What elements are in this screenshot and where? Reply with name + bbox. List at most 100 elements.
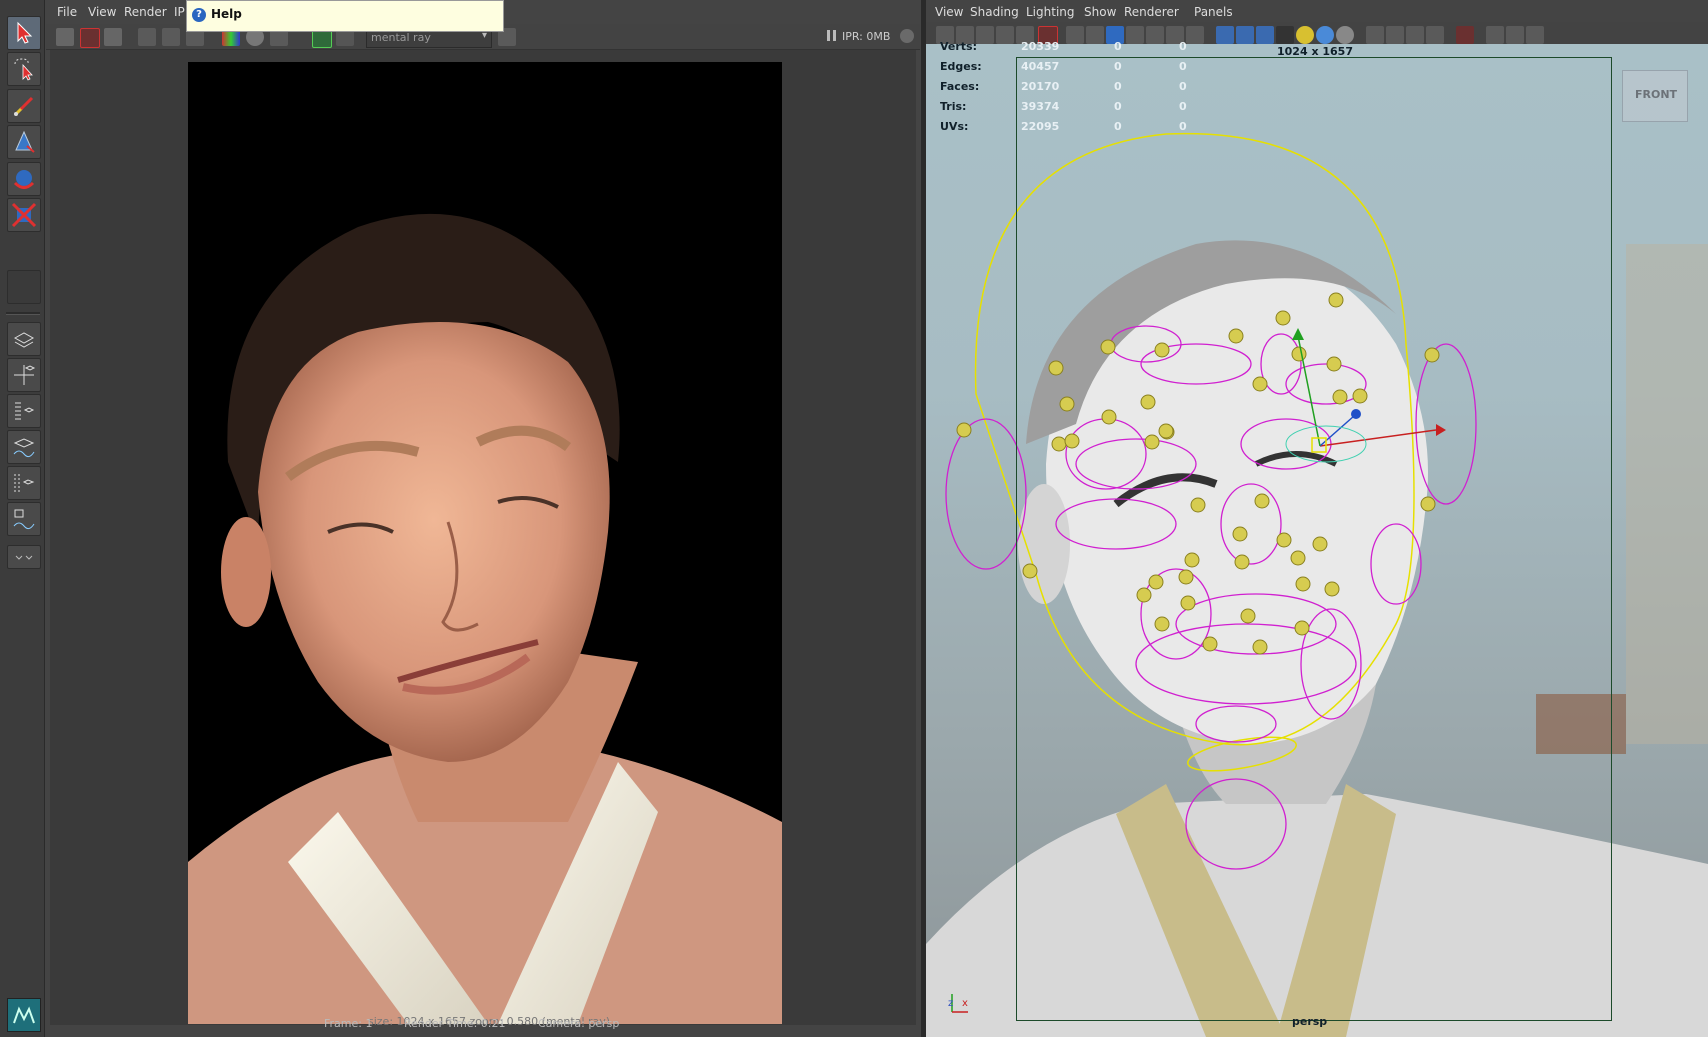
cone-move-icon — [15, 130, 35, 153]
ipr-render-icon[interactable] — [80, 28, 100, 48]
hud-edges-value: 40457 — [1021, 60, 1060, 73]
hud-uvs-a: 0 — [1114, 120, 1122, 133]
paint-select-tool-button[interactable] — [7, 89, 41, 123]
render-time-status: Render Time: 0:21 — [404, 1017, 506, 1030]
hud-tris-b: 0 — [1179, 100, 1187, 113]
layout-texture-editor-button[interactable] — [7, 502, 41, 536]
chevron-down-icon — [15, 555, 33, 560]
view-cube-label: FRONT — [1635, 88, 1678, 101]
viewport-menubar: View Shading Lighting Show Renderer Pane… — [926, 0, 1708, 22]
vp-menu-show[interactable]: Show — [1084, 5, 1116, 19]
maya-logo-icon[interactable] — [7, 998, 41, 1032]
xray-joints-icon[interactable] — [1406, 26, 1424, 44]
move-tool-button[interactable] — [7, 125, 41, 159]
view-cube[interactable]: FRONT — [1622, 70, 1688, 122]
gate-mask-icon[interactable] — [1126, 26, 1144, 44]
layout-toggle-icon[interactable] — [1486, 26, 1504, 44]
menu-ipr[interactable]: IP — [174, 5, 185, 19]
layout-single-pane-button[interactable] — [7, 322, 41, 356]
perspective-viewport[interactable] — [926, 44, 1708, 1037]
rendered-portrait-image — [188, 62, 782, 1024]
custom-layout-dropdown[interactable] — [7, 545, 41, 569]
render-frame-status: Frame: 1 — [324, 1017, 373, 1030]
axis-z-label: z — [948, 998, 954, 1009]
screen-space-ao-icon[interactable] — [1336, 26, 1354, 44]
share-icon[interactable] — [1526, 26, 1544, 44]
vp-menu-renderer[interactable]: Renderer — [1124, 5, 1179, 19]
safe-title-icon[interactable] — [1186, 26, 1204, 44]
smooth-shade-icon[interactable] — [1236, 26, 1254, 44]
texture-editor-layout-icon — [13, 509, 35, 530]
lasso-icon — [14, 58, 33, 81]
render-region-icon[interactable] — [138, 28, 156, 46]
hypershade-layout-icon — [14, 474, 35, 492]
lasso-tool-button[interactable] — [7, 52, 41, 86]
last-used-tool-button[interactable] — [7, 270, 41, 304]
resolution-label: 1024 x 1657 — [1277, 45, 1353, 58]
redo-render-icon[interactable] — [56, 28, 74, 46]
hud-edges-label: Edges: — [940, 60, 982, 73]
rendered-image — [188, 62, 782, 1024]
single-pane-layout-icon — [13, 332, 35, 348]
hud-verts-b: 0 — [1179, 40, 1187, 53]
axis-x-label: x — [962, 998, 968, 1009]
isolate-select-icon[interactable] — [1366, 26, 1384, 44]
hud-faces-value: 20170 — [1021, 80, 1060, 93]
image-plane-icon[interactable] — [996, 26, 1014, 44]
toolbox-separator — [6, 312, 40, 315]
hud-tris-a: 0 — [1114, 100, 1122, 113]
scale-tool-button[interactable] — [7, 198, 41, 232]
hud-tris-label: Tris: — [940, 100, 967, 113]
layout-four-pane-button[interactable] — [7, 358, 41, 392]
film-gate-icon[interactable] — [1086, 26, 1104, 44]
wireframe-on-shaded-icon[interactable] — [1256, 26, 1274, 44]
grid-icon[interactable] — [1066, 26, 1084, 44]
select-tool-button[interactable] — [7, 16, 41, 50]
textured-icon[interactable] — [1276, 26, 1294, 44]
vp-menu-panels[interactable]: Panels — [1194, 5, 1233, 19]
refresh-icon[interactable] — [162, 28, 180, 46]
pause-icon[interactable] — [826, 29, 838, 43]
hud-uvs-value: 22095 — [1021, 120, 1060, 133]
two-pane-icon[interactable] — [1506, 26, 1524, 44]
hud-verts-value: 20339 — [1021, 40, 1060, 53]
snapshot-icon[interactable] — [104, 28, 122, 46]
wireframe-icon[interactable] — [1216, 26, 1234, 44]
ipr-status-icon — [900, 29, 914, 43]
menu-file[interactable]: File — [57, 5, 77, 19]
xray-icon[interactable] — [1386, 26, 1404, 44]
hud-faces-b: 0 — [1179, 80, 1187, 93]
select-highlight-icon[interactable] — [1456, 26, 1474, 44]
bookmarks-icon[interactable] — [976, 26, 994, 44]
cube-scale-icon — [11, 202, 37, 228]
camera-label: persp — [1292, 1015, 1328, 1028]
hud-faces-label: Faces: — [940, 80, 980, 93]
hud-verts-label: Verts: — [940, 40, 978, 53]
toolbox — [0, 0, 45, 1037]
hud-edges-a: 0 — [1114, 60, 1122, 73]
layout-persp-graph-button[interactable] — [7, 430, 41, 464]
field-chart-icon[interactable] — [1146, 26, 1164, 44]
xray-components-icon[interactable] — [1426, 26, 1444, 44]
render-camera-status: Camera: persp — [538, 1017, 620, 1030]
help-tooltip: ? Help — [186, 0, 504, 32]
renderer-select-value: mental ray — [371, 31, 431, 44]
hud-uvs-label: UVs: — [940, 120, 969, 133]
shadows-icon[interactable] — [1316, 26, 1334, 44]
rotate-tool-button[interactable] — [7, 162, 41, 196]
layout-outliner-persp-button[interactable] — [7, 394, 41, 428]
layout-hypershade-button[interactable] — [7, 466, 41, 500]
use-all-lights-icon[interactable] — [1296, 26, 1314, 44]
help-icon: ? — [192, 8, 206, 22]
four-pane-layout-icon — [14, 365, 36, 385]
menu-render[interactable]: Render — [124, 5, 167, 19]
menu-view[interactable]: View — [88, 5, 116, 19]
sphere-rotate-icon — [13, 170, 35, 189]
hud-uvs-b: 0 — [1179, 120, 1187, 133]
resolution-gate — [1016, 57, 1612, 1021]
paint-brush-icon — [13, 96, 34, 117]
vp-menu-lighting[interactable]: Lighting — [1026, 5, 1075, 19]
vp-menu-view[interactable]: View — [935, 5, 963, 19]
ipr-memory-label: IPR: 0MB — [842, 30, 891, 43]
vp-menu-shading[interactable]: Shading — [970, 5, 1019, 19]
